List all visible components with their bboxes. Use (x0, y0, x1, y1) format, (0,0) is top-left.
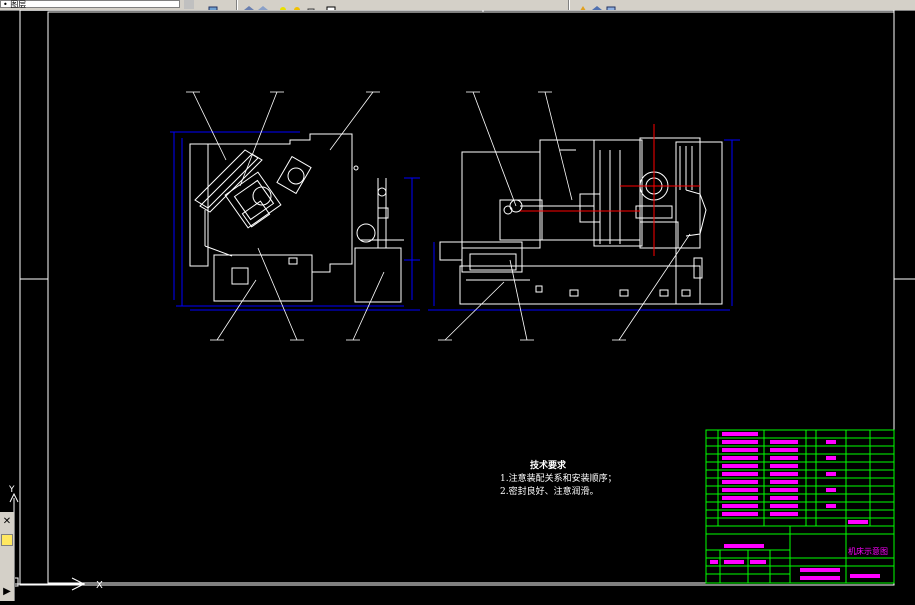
toolbar-separator (236, 0, 238, 10)
play-icon[interactable]: ▶ (1, 586, 13, 598)
layer-previous-icon[interactable] (592, 0, 602, 10)
technical-notes: 技术要求 1.注意装配关系和安装顺序； 2.密封良好、注意润滑。 (490, 460, 617, 499)
side-view-leaders (186, 91, 385, 341)
drawing-frame (19, 9, 895, 586)
ucs-y-label: Y (8, 485, 15, 495)
toolbar-separator-2 (568, 0, 570, 10)
drawing-canvas[interactable]: 机床示意图 Y X (0, 9, 915, 601)
layer-dropdown-value: • 图层 (3, 0, 27, 9)
match-layer-icon[interactable] (578, 0, 588, 10)
drawing-title: 机床示意图 (848, 546, 888, 556)
close-icon[interactable]: ✕ (1, 516, 13, 528)
layer-properties-icon[interactable] (208, 0, 218, 10)
layer-iso-icon[interactable] (606, 0, 616, 10)
notes-title: 技术要求 (530, 461, 567, 471)
layer-state-icon[interactable] (244, 0, 254, 10)
front-view-dimensions (428, 139, 740, 311)
ucs-icon (9, 492, 86, 591)
palette-icon[interactable] (1, 534, 13, 546)
drawing-border (47, 11, 895, 584)
cad-drawing: 机床示意图 Y X (8, 9, 915, 591)
color-swatch-icon[interactable] (326, 0, 336, 10)
layer-dropdown[interactable]: • 图层 (0, 0, 180, 9)
lock-icon[interactable] (306, 0, 316, 10)
notes-line-2: 2.密封良好、注意润滑。 (500, 487, 599, 497)
sun-icon[interactable] (292, 0, 302, 10)
ucs-x-label: X (96, 580, 103, 591)
notes-line-1: 1.注意装配关系和安装顺序； (500, 474, 617, 484)
lightbulb-icon[interactable] (278, 0, 288, 10)
layer-state-icon-2[interactable] (258, 0, 268, 10)
side-view-drawing (189, 133, 404, 303)
layer-name-dropdown[interactable] (346, 0, 356, 9)
front-view-leaders (438, 91, 691, 341)
command-palette-dock: ✕ ▶ (0, 512, 15, 601)
front-view-drawing (439, 137, 723, 305)
dropdown-arrow-button[interactable] (184, 0, 194, 9)
